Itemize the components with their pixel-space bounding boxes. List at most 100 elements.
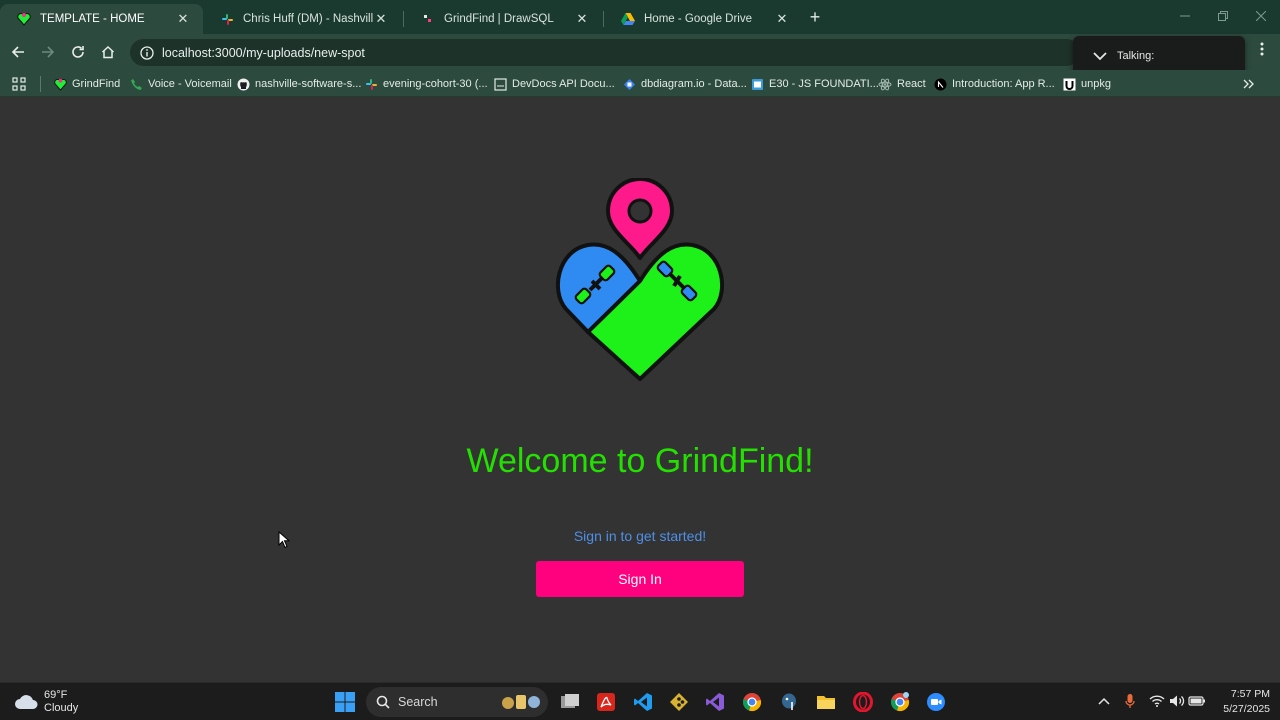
tab-close-icon[interactable]: ✕ bbox=[574, 11, 590, 27]
bookmark-label: unpkg bbox=[1081, 78, 1111, 90]
browser-tab-strip: TEMPLATE - HOME ✕ Chris Huff (DM) - Nash… bbox=[0, 0, 1280, 34]
url-text: localhost:3000/my-uploads/new-spot bbox=[162, 45, 365, 60]
bookmark-unpkg[interactable]: unpkg bbox=[1062, 75, 1111, 93]
grindfind-favicon-icon bbox=[16, 11, 32, 27]
system-clock[interactable]: 7:57 PM 5/27/2025 bbox=[1210, 687, 1270, 717]
new-tab-button[interactable]: + bbox=[804, 7, 826, 29]
vscode-icon[interactable] bbox=[629, 688, 657, 716]
clock-time: 7:57 PM bbox=[1230, 688, 1270, 700]
github-icon bbox=[236, 77, 250, 91]
bookmark-label: E30 - JS FOUNDATI... bbox=[769, 78, 879, 90]
reload-icon[interactable] bbox=[66, 40, 90, 64]
show-hidden-icons-chevron-icon[interactable] bbox=[1095, 692, 1113, 710]
postgresql-icon[interactable] bbox=[775, 688, 803, 716]
unpkg-icon bbox=[1062, 77, 1076, 91]
tab-close-icon[interactable]: ✕ bbox=[175, 11, 191, 27]
grindfind-logo bbox=[556, 178, 724, 381]
weather-description: Cloudy bbox=[44, 702, 79, 714]
clock-date: 5/27/2025 bbox=[1223, 703, 1270, 715]
tab-title: Chris Huff (DM) - Nashville Soft bbox=[243, 13, 373, 25]
close-window-icon[interactable] bbox=[1242, 6, 1280, 28]
address-bar[interactable]: localhost:3000/my-uploads/new-spot bbox=[130, 39, 1080, 66]
slack-icon bbox=[364, 77, 378, 91]
tab-title: TEMPLATE - HOME bbox=[40, 13, 145, 25]
apps-grid-icon[interactable] bbox=[12, 75, 26, 93]
wifi-icon[interactable] bbox=[1148, 692, 1166, 710]
bookmark-devdocs[interactable]: DevDocs API Docu... bbox=[493, 75, 615, 93]
file-explorer-icon[interactable] bbox=[812, 688, 840, 716]
talking-label: Talking: bbox=[1117, 50, 1155, 62]
bookmark-label: GrindFind bbox=[72, 78, 121, 90]
dbdiagram-icon bbox=[622, 77, 636, 91]
voice-icon bbox=[129, 77, 143, 91]
adobe-acrobat-icon[interactable] bbox=[592, 688, 620, 716]
weather-temperature: 69°F bbox=[44, 689, 68, 701]
react-icon bbox=[878, 77, 892, 91]
bookmark-label: dbdiagram.io - Data... bbox=[641, 78, 747, 90]
nextjs-icon bbox=[933, 77, 947, 91]
grindfind-icon bbox=[53, 77, 67, 91]
volume-icon[interactable] bbox=[1168, 692, 1186, 710]
tab-title: Home - Google Drive bbox=[644, 13, 753, 25]
bookmark-react[interactable]: React bbox=[878, 75, 926, 93]
search-icon bbox=[376, 695, 390, 709]
bookmark-label: DevDocs API Docu... bbox=[512, 78, 615, 90]
welcome-heading: Welcome to GrindFind! bbox=[466, 442, 814, 480]
tab-google-drive[interactable]: Home - Google Drive ✕ bbox=[604, 4, 802, 34]
more-bookmarks-chevron-icon[interactable] bbox=[1243, 75, 1255, 93]
e30-icon bbox=[750, 77, 764, 91]
slack-favicon-icon bbox=[219, 11, 235, 27]
back-arrow-icon[interactable] bbox=[6, 40, 30, 64]
bookmark-evening-cohort[interactable]: evening-cohort-30 (... bbox=[364, 75, 488, 93]
search-highlight-icon bbox=[502, 695, 540, 709]
zoom-icon[interactable] bbox=[922, 688, 950, 716]
tab-close-icon[interactable]: ✕ bbox=[774, 11, 790, 27]
chevron-down-icon[interactable] bbox=[1093, 51, 1107, 61]
visual-studio-icon[interactable] bbox=[701, 688, 729, 716]
bookmarks-bar: GrindFind Voice - Voicemail nashville-so… bbox=[0, 70, 1280, 97]
windows-start-icon[interactable] bbox=[331, 688, 359, 716]
bookmark-voice[interactable]: Voice - Voicemail bbox=[129, 75, 232, 93]
weather-widget[interactable]: 69°F Cloudy bbox=[14, 687, 78, 717]
windows-taskbar: 69°F Cloudy Search 7:57 PM 5/27/2025 bbox=[0, 682, 1280, 720]
page-content: Welcome to GrindFind! Sign in to get sta… bbox=[0, 98, 1280, 682]
tab-title: GrindFind | DrawSQL bbox=[444, 13, 554, 25]
git-icon[interactable] bbox=[665, 688, 693, 716]
bookmark-label: evening-cohort-30 (... bbox=[383, 78, 488, 90]
bookmarks-divider bbox=[40, 76, 41, 92]
minimize-window-icon[interactable] bbox=[1166, 6, 1204, 28]
google-drive-favicon-icon bbox=[620, 11, 636, 27]
chrome-profile-icon[interactable] bbox=[886, 688, 914, 716]
site-info-icon[interactable] bbox=[140, 45, 154, 60]
restore-window-icon[interactable] bbox=[1204, 6, 1242, 28]
chrome-icon[interactable] bbox=[738, 688, 766, 716]
bookmark-introduction-app-router[interactable]: Introduction: App R... bbox=[933, 75, 1055, 93]
tab-chris-huff[interactable]: Chris Huff (DM) - Nashville Soft ✕ bbox=[203, 4, 401, 34]
bookmark-nashville-software[interactable]: nashville-software-s... bbox=[236, 75, 361, 93]
home-icon[interactable] bbox=[96, 40, 120, 64]
bookmark-dbdiagram[interactable]: dbdiagram.io - Data... bbox=[622, 75, 747, 93]
taskbar-search-box[interactable]: Search bbox=[366, 687, 548, 717]
browser-menu-icon[interactable] bbox=[1252, 42, 1272, 62]
cloud-icon bbox=[15, 695, 38, 709]
signin-subtitle: Sign in to get started! bbox=[573, 528, 707, 544]
tab-template-home[interactable]: TEMPLATE - HOME ✕ bbox=[0, 4, 203, 34]
microphone-icon[interactable] bbox=[1121, 692, 1139, 710]
bookmark-e30-js-foundations[interactable]: E30 - JS FOUNDATI... bbox=[750, 75, 879, 93]
battery-icon[interactable] bbox=[1188, 692, 1206, 710]
opera-icon[interactable] bbox=[849, 688, 877, 716]
bookmark-label: nashville-software-s... bbox=[255, 78, 362, 90]
devdocs-icon bbox=[493, 77, 507, 91]
bookmark-grindfind[interactable]: GrindFind bbox=[53, 75, 120, 93]
bookmark-label: React bbox=[897, 78, 926, 90]
drawsql-favicon-icon bbox=[420, 11, 436, 27]
bookmark-label: Introduction: App R... bbox=[952, 78, 1055, 90]
mouse-cursor-icon bbox=[278, 531, 290, 549]
task-view-icon[interactable] bbox=[556, 688, 584, 716]
bookmark-label: Voice - Voicemail bbox=[148, 78, 232, 90]
tab-drawsql[interactable]: GrindFind | DrawSQL ✕ bbox=[404, 4, 602, 34]
forward-arrow-icon[interactable] bbox=[36, 40, 60, 64]
search-label: Search bbox=[398, 695, 438, 709]
sign-in-button[interactable]: Sign In bbox=[536, 561, 744, 597]
tab-close-icon[interactable]: ✕ bbox=[373, 11, 389, 27]
